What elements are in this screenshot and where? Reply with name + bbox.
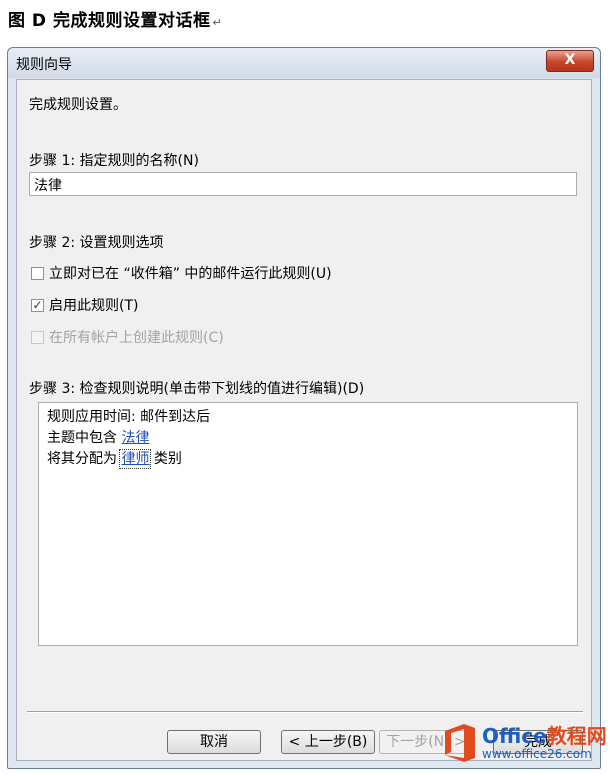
rule-description-box: 规则应用时间: 邮件到达后 主题中包含 法律 将其分配为 律师 类别	[38, 402, 578, 646]
watermark-text: Office教程网 www.office26.com	[482, 725, 607, 761]
watermark-brand-part1: Office	[482, 724, 547, 748]
return-mark: ↵	[212, 16, 223, 29]
option-enable-rule-label: 启用此规则(T)	[49, 298, 139, 314]
option-all-accounts: 在所有帐户上创建此规则(C)	[31, 327, 224, 347]
title-bar[interactable]: 规则向导 X	[8, 48, 600, 78]
category-value-link[interactable]: 律师	[119, 449, 152, 469]
option-all-accounts-label: 在所有帐户上创建此规则(C)	[49, 330, 224, 346]
rules-wizard-dialog: 规则向导 X 完成规则设置。 步骤 1: 指定规则的名称(N) 法律 步骤 2:…	[7, 47, 601, 769]
option-enable-rule[interactable]: ✓ 启用此规则(T)	[31, 295, 138, 315]
option-run-now[interactable]: 立即对已在 “收件箱” 中的邮件运行此规则(U)	[31, 263, 332, 283]
condition-value-link[interactable]: 法律	[121, 430, 149, 446]
step1-label: 步骤 1: 指定规则的名称(N)	[29, 153, 199, 169]
checkbox-enable-rule[interactable]: ✓	[31, 298, 44, 312]
condition-text: 主题中包含	[47, 430, 122, 446]
description-line-trigger: 规则应用时间: 邮件到达后	[47, 409, 211, 425]
checkbox-run-now[interactable]	[31, 266, 44, 280]
action-suffix-text: 类别	[149, 451, 182, 467]
figure-caption: 图 D 完成规则设置对话框 ↵	[8, 6, 222, 31]
checkbox-all-accounts	[31, 330, 44, 344]
dialog-body: 完成规则设置。 步骤 1: 指定规则的名称(N) 法律 步骤 2: 设置规则选项…	[16, 79, 592, 761]
action-text: 将其分配为	[47, 451, 122, 467]
office-logo-icon	[442, 723, 478, 763]
rule-name-input[interactable]: 法律	[29, 172, 577, 196]
description-line-action: 将其分配为 律师 类别	[47, 449, 569, 470]
watermark-brand-part2: 教程网	[546, 724, 607, 748]
step3-label: 步骤 3: 检查规则说明(单击带下划线的值进行编辑)(D)	[29, 381, 365, 397]
watermark-url: www.office26.com	[482, 747, 592, 761]
watermark: Office教程网 www.office26.com	[442, 712, 608, 774]
back-button[interactable]: < 上一步(B)	[281, 730, 375, 754]
cancel-button[interactable]: 取消	[167, 730, 261, 754]
close-button[interactable]: X	[546, 50, 594, 72]
option-run-now-label: 立即对已在 “收件箱” 中的邮件运行此规则(U)	[49, 266, 332, 282]
description-line-condition: 主题中包含 法律	[47, 428, 569, 449]
window-title: 规则向导	[16, 57, 72, 73]
close-icon: X	[564, 52, 576, 68]
step2-label: 步骤 2: 设置规则选项	[29, 235, 164, 251]
figure-caption-title: 图 D 完成规则设置对话框	[8, 11, 211, 31]
intro-text: 完成规则设置。	[29, 97, 127, 113]
